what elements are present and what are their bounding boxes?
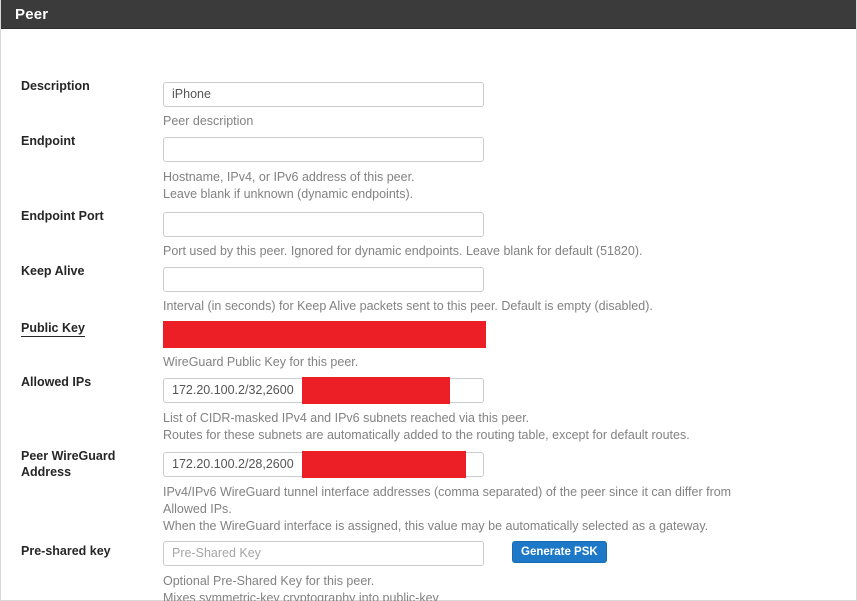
pre-shared-key-control [163,541,484,566]
generate-psk-button[interactable]: Generate PSK [512,541,607,563]
help-keep-alive: Interval (in seconds) for Keep Alive pac… [163,298,653,315]
keep-alive-input[interactable] [163,267,484,292]
help-peer-wireguard-address: IPv4/IPv6 WireGuard tunnel interface add… [163,484,731,535]
description-input[interactable] [163,82,484,107]
public-key-control [163,321,486,348]
help-line: Peer description [163,114,254,128]
endpoint-port-input[interactable] [163,212,484,237]
help-line: Allowed IPs. [163,502,232,516]
label-endpoint: Endpoint [21,134,76,148]
help-line: Routes for these subnets are automatical… [163,428,690,442]
endpoint-control [163,137,484,162]
help-line: IPv4/IPv6 WireGuard tunnel interface add… [163,485,732,499]
help-line: Port used by this peer. Ignored for dyna… [163,244,643,258]
label-pre-shared-key: Pre-shared key [21,544,111,558]
help-public-key: WireGuard Public Key for this peer. [163,354,358,371]
label-description: Description [21,79,90,93]
label-public-key-wrap: Public Key [21,319,85,337]
peer-wireguard-address-control [163,451,484,478]
endpoint-port-control [163,212,484,237]
help-description: Peer description [163,113,253,130]
description-control [163,82,484,107]
pre-shared-key-input[interactable] [163,541,484,566]
label-peer-wireguard-address: Peer WireGuard Address [21,449,116,479]
help-endpoint-port: Port used by this peer. Ignored for dyna… [163,243,642,260]
help-line: WireGuard Public Key for this peer. [163,355,359,369]
label-allowed-ips: Allowed IPs [21,375,92,389]
help-line: When the WireGuard interface is assigned… [163,519,709,533]
peer-wireguard-address-masked-wrap [163,451,484,478]
page-title: Peer [15,5,49,23]
peer-config-screen: Peer Description Peer description Endpoi… [0,0,857,601]
peer-panel: Peer Description Peer description Endpoi… [0,0,857,601]
label-endpoint-port: Endpoint Port [21,209,104,223]
help-line: Optional Pre-Shared Key for this peer. [163,574,375,588]
help-line: List of CIDR-masked IPv4 and IPv6 subnet… [163,411,530,425]
endpoint-input[interactable] [163,137,484,162]
keep-alive-control [163,267,484,292]
help-endpoint: Hostname, IPv4, or IPv6 address of this … [163,169,415,203]
panel-header: Peer [1,0,856,29]
help-line: Interval (in seconds) for Keep Alive pac… [163,299,653,313]
label-public-key[interactable]: Public Key [21,320,85,337]
label-keep-alive: Keep Alive [21,264,85,278]
help-line: Leave blank if unknown (dynamic endpoint… [163,187,414,201]
peer-wireguard-address-input[interactable] [163,452,484,477]
allowed-ips-control [163,377,484,404]
allowed-ips-input[interactable] [163,378,484,403]
help-allowed-ips: List of CIDR-masked IPv4 and IPv6 subnet… [163,410,690,444]
help-line: Mixes symmetric-key cryptography into pu… [163,591,439,601]
public-key-input-redacted[interactable] [163,321,486,348]
help-pre-shared-key: Optional Pre-Shared Key for this peer. M… [163,573,439,601]
help-line: Hostname, IPv4, or IPv6 address of this … [163,170,415,184]
allowed-ips-masked-wrap [163,377,484,404]
